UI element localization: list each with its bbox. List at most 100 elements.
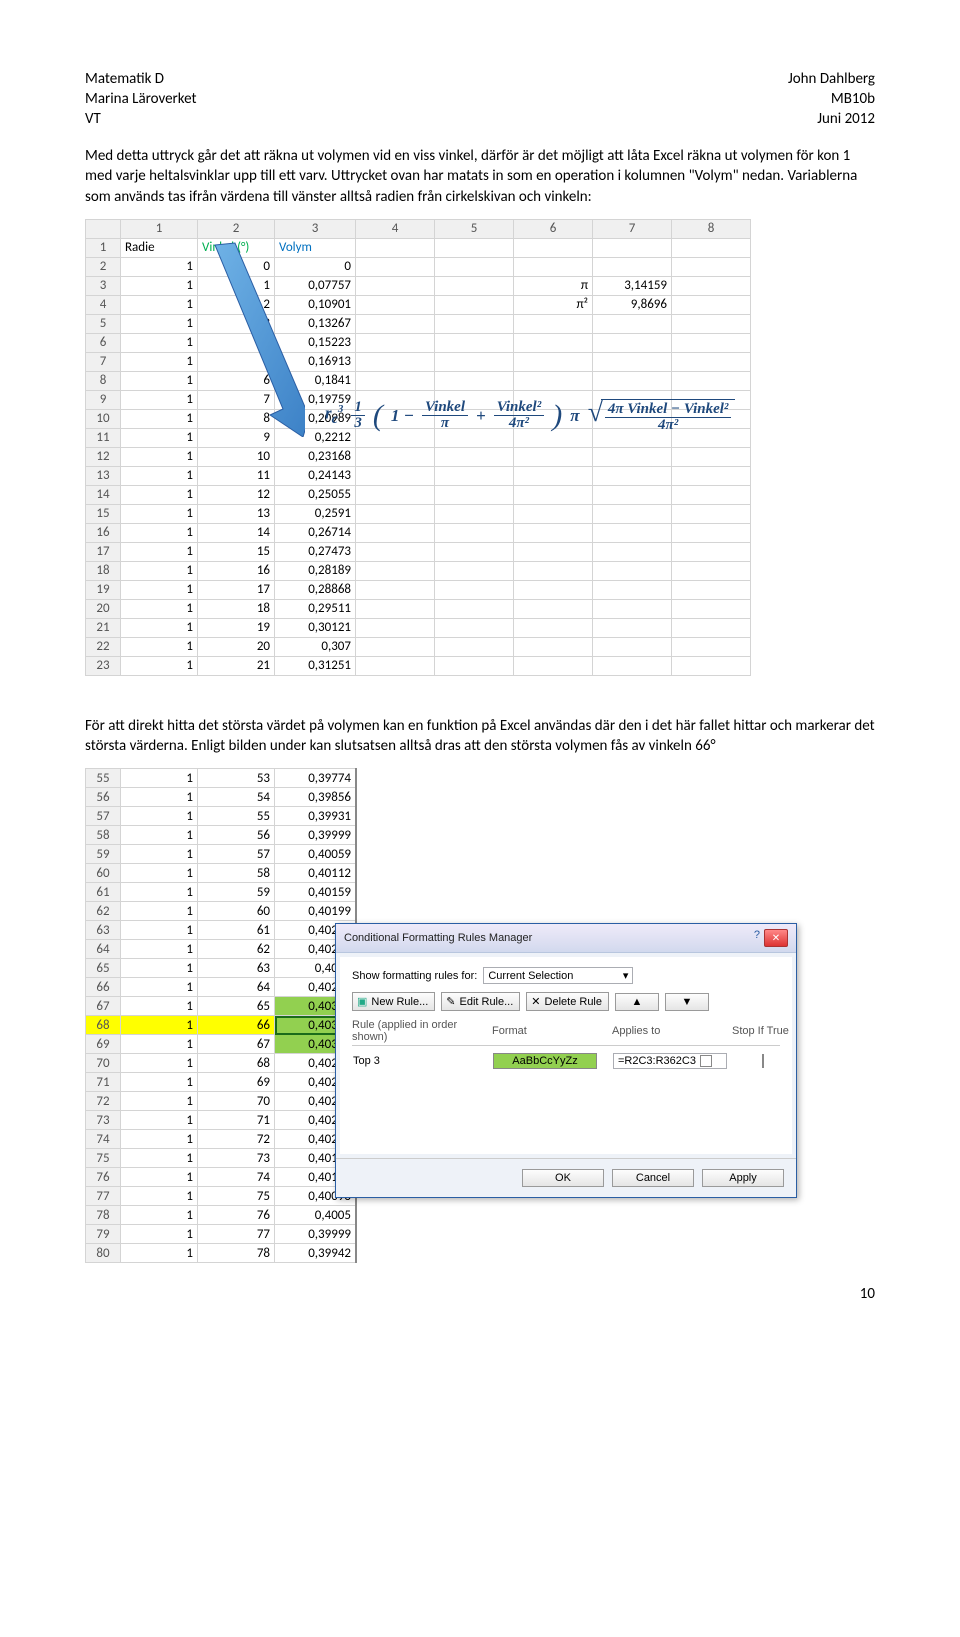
cell: 1 [121, 1111, 198, 1130]
cell [356, 656, 435, 675]
cell [514, 618, 593, 637]
cell: 1 [121, 1073, 198, 1092]
cell [672, 580, 751, 599]
apply-button[interactable]: Apply [702, 1169, 784, 1187]
cell [514, 333, 593, 352]
close-icon[interactable]: ✕ [764, 929, 788, 947]
cell: 1 [121, 1092, 198, 1111]
table-row: 711690,40283 [86, 1073, 357, 1092]
cell [356, 352, 435, 371]
cell [435, 561, 514, 580]
cell [514, 485, 593, 504]
row-header: 71 [86, 1073, 121, 1092]
cell [356, 542, 435, 561]
row-header: 73 [86, 1111, 121, 1130]
cell [593, 314, 672, 333]
cell [672, 447, 751, 466]
row-header: 56 [86, 788, 121, 807]
row-header: 72 [86, 1092, 121, 1111]
cell [435, 523, 514, 542]
row-header: 7 [86, 352, 121, 371]
cell: 1 [121, 1168, 198, 1187]
cell: 0,40112 [275, 864, 357, 883]
applies-to-field[interactable]: =R2C3:R362C3 [613, 1053, 727, 1069]
stop-if-true-checkbox[interactable] [762, 1054, 764, 1068]
table-row: 141120,25055 [86, 485, 751, 504]
row-header: 60 [86, 864, 121, 883]
row-header: 18 [86, 561, 121, 580]
row-header: 13 [86, 466, 121, 485]
table-row: 801780,39942 [86, 1244, 357, 1263]
cell [593, 580, 672, 599]
move-up-button[interactable]: ▲ [615, 993, 659, 1011]
cell: 57 [198, 845, 275, 864]
cell [672, 371, 751, 390]
table-row: 181160,28189 [86, 561, 751, 580]
col-header: 2 [198, 219, 275, 238]
cell: 1 [121, 618, 198, 637]
table-row: 211190,30121 [86, 618, 751, 637]
row-header: 76 [86, 1168, 121, 1187]
row-header: 79 [86, 1225, 121, 1244]
cell: 18 [198, 599, 275, 618]
rule-row[interactable]: Top 3 AaBbCcYyZz =R2C3:R362C3 [352, 1050, 780, 1072]
cell [435, 257, 514, 276]
ok-button[interactable]: OK [522, 1169, 604, 1187]
row-header: 57 [86, 807, 121, 826]
range-picker-icon[interactable] [700, 1055, 712, 1067]
cell: 66 [198, 1016, 275, 1035]
cell: 1 [121, 504, 198, 523]
cell: 0,40199 [275, 902, 357, 921]
cell: 1 [121, 523, 198, 542]
cell [514, 561, 593, 580]
table-row: 601580,40112 [86, 864, 357, 883]
new-rule-button[interactable]: ▣ New Rule... [352, 992, 435, 1011]
row-header: 12 [86, 447, 121, 466]
dialog-title-text: Conditional Formatting Rules Manager [344, 932, 532, 944]
cell: 0,4005 [275, 1206, 357, 1225]
row-header: 59 [86, 845, 121, 864]
row-header: 1 [86, 238, 121, 257]
cell [435, 485, 514, 504]
cell [672, 637, 751, 656]
delete-rule-button[interactable]: ✕ Delete Rule [526, 992, 609, 1011]
table-row: 581560,39999 [86, 826, 357, 845]
cell: 1 [121, 997, 198, 1016]
cell: 17 [198, 580, 275, 599]
table-row: 621600,40199 [86, 902, 357, 921]
show-for-select[interactable]: Current Selection ▾ [483, 967, 633, 984]
cancel-button[interactable]: Cancel [612, 1169, 694, 1187]
cell: 0,40159 [275, 883, 357, 902]
table-row: 611590,40159 [86, 883, 357, 902]
row-header: 55 [86, 769, 121, 788]
move-down-button[interactable]: ▼ [665, 993, 709, 1011]
row-header: 61 [86, 883, 121, 902]
cell [435, 656, 514, 675]
cell [356, 447, 435, 466]
cell [672, 485, 751, 504]
help-icon[interactable]: ? ✕ [754, 929, 788, 947]
cell: 1 [121, 1187, 198, 1206]
format-preview: AaBbCcYyZz [493, 1053, 597, 1069]
row-header: 75 [86, 1149, 121, 1168]
col-stop: Stop If True [732, 1025, 792, 1037]
cell: 69 [198, 1073, 275, 1092]
paragraph-1: Med detta uttryck går det att räkna ut v… [85, 146, 875, 207]
cell [356, 371, 435, 390]
cell [435, 276, 514, 295]
cell: 1 [121, 1244, 198, 1263]
header-right-3: Juni 2012 [817, 110, 875, 128]
cell [593, 637, 672, 656]
row-header: 21 [86, 618, 121, 637]
cell: 1 [121, 1054, 198, 1073]
row-header: 68 [86, 1016, 121, 1035]
spreadsheet-2-wrap: 551530,39774561540,39856571550,399315815… [85, 768, 875, 1263]
cell: 1 [121, 1130, 198, 1149]
cell [356, 561, 435, 580]
table-row: 131110,24143 [86, 466, 751, 485]
cell: 68 [198, 1054, 275, 1073]
edit-rule-button[interactable]: ✎ Edit Rule... [441, 992, 520, 1011]
row-header: 69 [86, 1035, 121, 1054]
cell [514, 352, 593, 371]
col-header: 6 [514, 219, 593, 238]
